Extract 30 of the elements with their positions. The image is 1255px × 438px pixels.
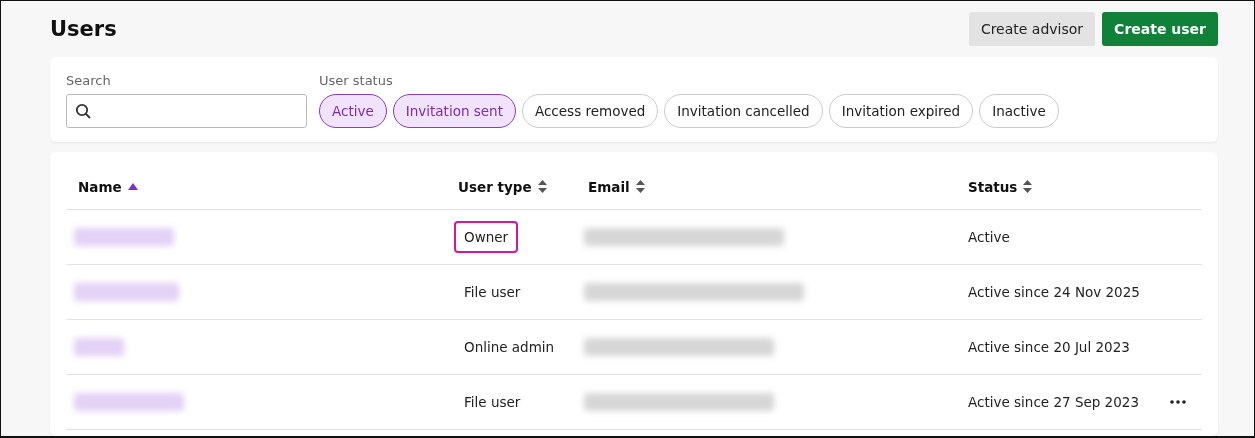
status-text: Active since 27 Sep 2023 (967, 394, 1139, 410)
search-icon (75, 103, 91, 119)
filter-label: User status (319, 73, 394, 88)
create-advisor-button[interactable]: Create advisor (968, 12, 1096, 46)
status-text: Active (967, 229, 1010, 245)
status-filter-chip[interactable]: Invitation sent (392, 94, 516, 128)
status-filter-chip[interactable]: Active (319, 94, 387, 128)
status-filter-chip[interactable]: Access removed (521, 94, 659, 128)
column-header[interactable]: User type (458, 178, 532, 195)
column-header[interactable]: Status (968, 178, 1018, 195)
search-label: Search (66, 73, 112, 88)
highlighted-user-type: Owner (454, 221, 519, 253)
redacted-name (74, 338, 124, 356)
sort-ascending-icon[interactable] (127, 183, 138, 190)
column-header[interactable]: Email (588, 178, 630, 195)
page-title: Users (50, 17, 117, 41)
status-filter-chip[interactable]: Inactive (979, 94, 1059, 128)
status-text: Active since 20 Jul 2023 (967, 339, 1130, 355)
user-type-text: File user (463, 393, 522, 412)
create-user-button[interactable]: Create user (1102, 12, 1218, 46)
status-filter-chip[interactable]: Invitation expired (828, 94, 974, 128)
sort-icon[interactable] (635, 180, 645, 193)
column-header[interactable]: Name (78, 178, 122, 195)
status-filter-chip[interactable]: Invitation cancelled (664, 94, 823, 128)
status-text: Active since 24 Nov 2025 (967, 284, 1140, 300)
sort-icon[interactable] (1023, 180, 1033, 193)
sort-icon[interactable] (537, 180, 547, 193)
user-type-text: Online admin (463, 338, 556, 357)
user-type-text: File user (463, 283, 522, 302)
search-field[interactable] (66, 94, 307, 128)
